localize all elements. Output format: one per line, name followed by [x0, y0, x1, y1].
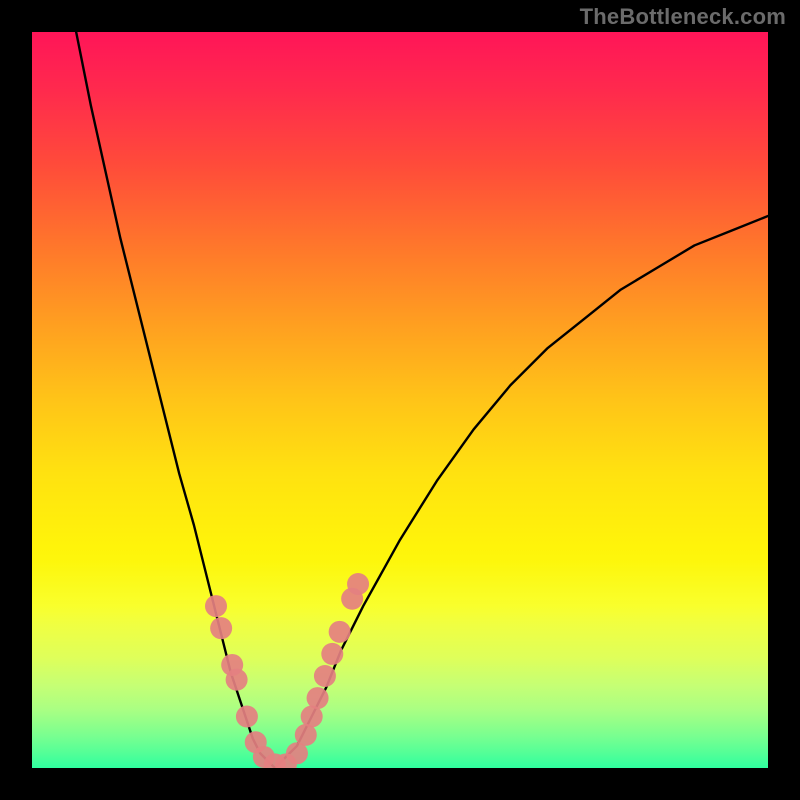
highlight-right-4 [314, 665, 336, 687]
highlight-right-6 [329, 621, 351, 643]
chart-frame: TheBottleneck.com [0, 0, 800, 800]
highlight-right-5 [321, 643, 343, 665]
watermark-label: TheBottleneck.com [580, 4, 786, 30]
curve-right-branch [275, 216, 768, 768]
highlight-right-3 [307, 687, 329, 709]
highlight-left-0 [205, 595, 227, 617]
chart-svg [32, 32, 768, 768]
highlight-left-3 [226, 669, 248, 691]
highlight-right-8 [347, 573, 369, 595]
highlight-left-4 [236, 705, 258, 727]
plot-area [32, 32, 768, 768]
curve-left-branch [76, 32, 275, 768]
highlight-left-1 [210, 617, 232, 639]
